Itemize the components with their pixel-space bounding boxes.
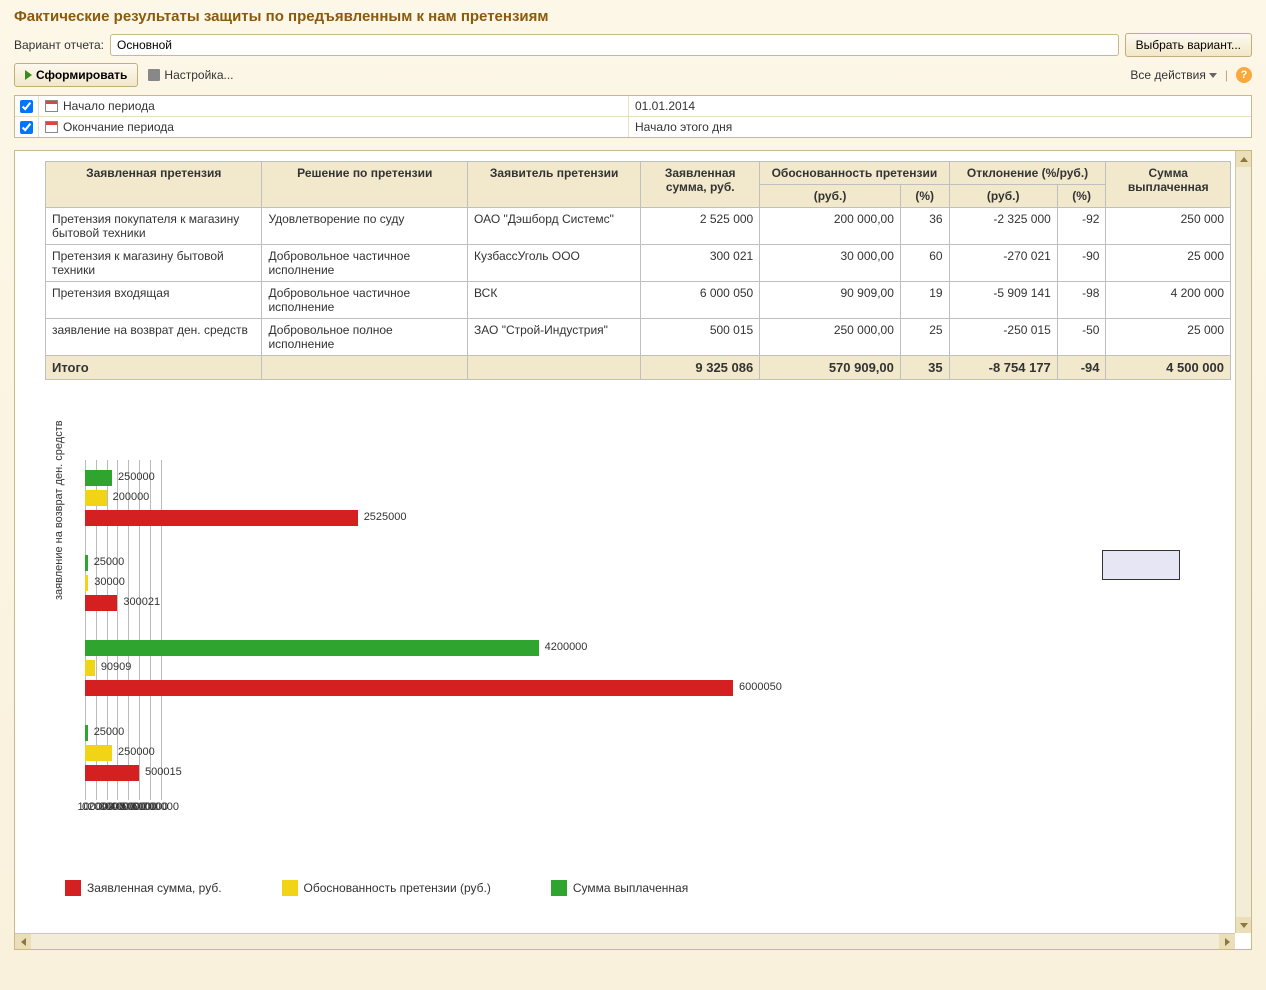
table-row[interactable]: Претензия входящаяДобровольное частичное… xyxy=(46,282,1231,319)
period-panel: Начало периода 01.01.2014 Окончание пери… xyxy=(14,95,1252,138)
period-start-value[interactable]: 01.01.2014 xyxy=(629,96,1251,116)
chart-legend-box xyxy=(1102,550,1180,580)
th-deviation-pct: (%) xyxy=(1057,185,1106,208)
arrow-down-icon xyxy=(1240,923,1248,928)
th-validity-pct: (%) xyxy=(900,185,949,208)
variant-input[interactable] xyxy=(110,34,1119,56)
th-claim: Заявленная претензия xyxy=(46,162,262,208)
th-deviation: Отклонение (%/руб.) xyxy=(949,162,1106,185)
settings-link[interactable]: Настройка... xyxy=(148,68,233,82)
period-start-checkbox[interactable] xyxy=(20,100,33,113)
arrow-left-icon xyxy=(21,938,26,946)
calendar-icon xyxy=(45,100,58,112)
chart-legend: Заявленная сумма, руб. Обоснованность пр… xyxy=(45,880,1231,896)
all-actions-dropdown[interactable]: Все действия xyxy=(1130,68,1216,82)
variant-label: Вариант отчета: xyxy=(14,38,104,52)
scrollbar-vertical[interactable] xyxy=(1235,151,1251,933)
th-deviation-rub: (руб.) xyxy=(949,185,1057,208)
chart-ylabel: заявление на возврат ден. средств xyxy=(53,420,65,600)
th-amount: Заявленная сумма, руб. xyxy=(641,162,760,208)
calendar-icon xyxy=(45,121,58,133)
chevron-down-icon xyxy=(1209,73,1217,78)
legend-item-green: Сумма выплаченная xyxy=(551,880,688,896)
report-area: Заявленная претензия Решение по претензи… xyxy=(14,150,1252,950)
period-end-value[interactable]: Начало этого дня xyxy=(629,117,1251,137)
chart-x-axis: 0100000200000300000400000500000600000700… xyxy=(85,801,985,815)
th-claimant: Заявитель претензии xyxy=(468,162,641,208)
table-row[interactable]: Претензия к магазину бытовой техникиДобр… xyxy=(46,245,1231,282)
form-button[interactable]: Сформировать xyxy=(14,63,138,87)
th-validity-rub: (руб.) xyxy=(760,185,901,208)
period-end-label[interactable]: Окончание периода xyxy=(39,117,629,137)
table-total-row: Итого 9 325 086570 909,0035 -8 754 177-9… xyxy=(46,356,1231,380)
play-icon xyxy=(25,70,32,80)
th-paid: Сумма выплаченная xyxy=(1106,162,1231,208)
period-start-label[interactable]: Начало периода xyxy=(39,96,629,116)
th-decision: Решение по претензии xyxy=(262,162,468,208)
arrow-right-icon xyxy=(1225,938,1230,946)
period-end-checkbox[interactable] xyxy=(20,121,33,134)
legend-item-yellow: Обоснованность претензии (руб.) xyxy=(282,880,491,896)
help-icon[interactable]: ? xyxy=(1236,67,1252,83)
chart: 2500002000002525000250003000030002142000… xyxy=(45,400,1231,830)
table-row[interactable]: заявление на возврат ден. средствДоброво… xyxy=(46,319,1231,356)
select-variant-button[interactable]: Выбрать вариант... xyxy=(1125,33,1252,57)
arrow-up-icon xyxy=(1240,157,1248,162)
table-row[interactable]: Претензия покупателя к магазину бытовой … xyxy=(46,208,1231,245)
page-title: Фактические результаты защиты по предъяв… xyxy=(14,8,1252,25)
settings-icon xyxy=(148,69,160,81)
th-validity: Обоснованность претензии xyxy=(760,162,949,185)
report-table: Заявленная претензия Решение по претензи… xyxy=(45,161,1231,380)
scrollbar-horizontal[interactable] xyxy=(15,933,1235,949)
legend-item-red: Заявленная сумма, руб. xyxy=(65,880,222,896)
